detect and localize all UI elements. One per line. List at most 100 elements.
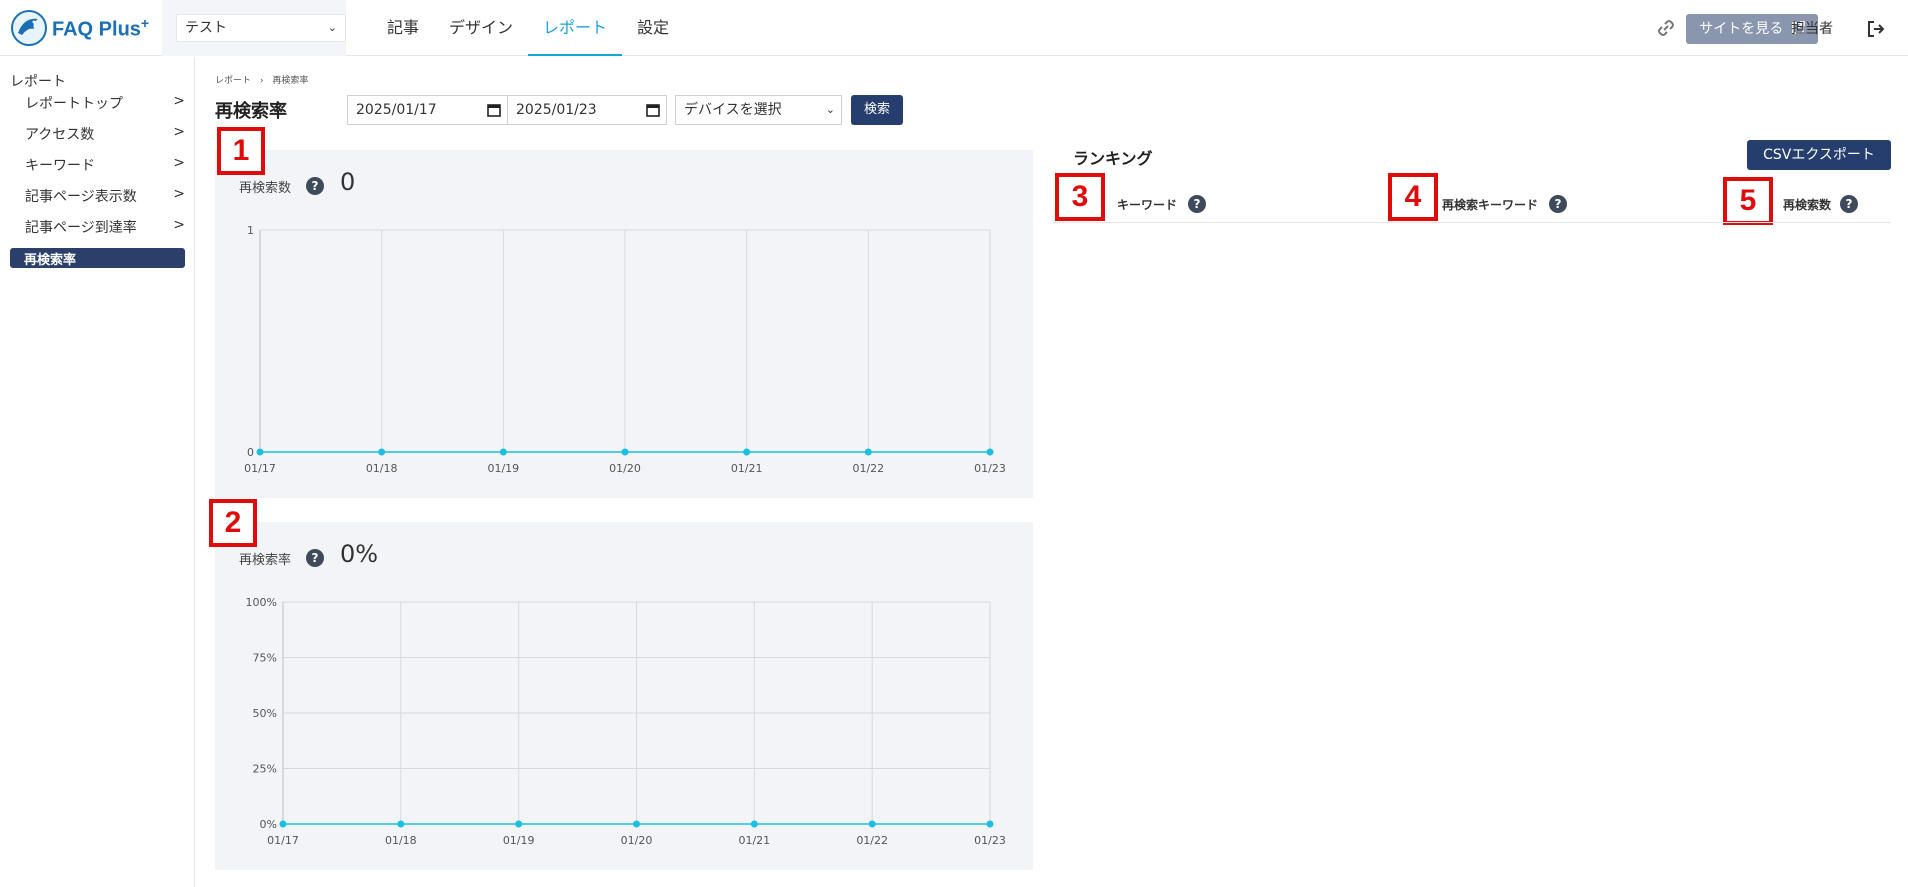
x-tick-label: 01/20 xyxy=(621,834,653,847)
x-tick-label: 01/22 xyxy=(856,834,888,847)
calendar-icon[interactable] xyxy=(487,103,501,117)
y-tick-label: 100% xyxy=(246,596,277,609)
breadcrumb-parent[interactable]: レポート xyxy=(215,76,251,86)
help-icon[interactable]: ? xyxy=(306,177,324,195)
chevron-down-icon: ⌄ xyxy=(825,103,835,116)
data-point[interactable] xyxy=(986,820,994,828)
sidebar-item-research-rate[interactable]: 再検索率 xyxy=(10,248,185,268)
research-count-chart: 0 1 01/17 01/18 01/19 01/20 01/21 01/22 01/23 xyxy=(244,224,1006,475)
link-icon[interactable] xyxy=(1656,18,1676,38)
end-date-input[interactable]: 2025/01/23 xyxy=(507,95,667,125)
user-name[interactable]: 担当者 xyxy=(1791,18,1833,38)
data-point[interactable] xyxy=(378,448,386,456)
help-icon[interactable]: ? xyxy=(306,549,324,567)
sidebar-item-article-reach[interactable]: 記事ページ到達率 > xyxy=(10,217,185,239)
ranking-header-divider xyxy=(1053,222,1891,223)
ranking-title: ランキング xyxy=(1073,149,1153,168)
nav-settings[interactable]: 設定 xyxy=(622,0,684,56)
x-tick-label: 01/22 xyxy=(852,462,884,475)
data-point[interactable] xyxy=(986,448,994,456)
y-tick-label: 0% xyxy=(260,818,277,831)
nav-articles[interactable]: 記事 xyxy=(372,0,434,56)
chevron-right-icon: > xyxy=(173,124,185,140)
sidebar-item-label: 記事ページ表示数 xyxy=(25,189,137,205)
help-icon[interactable]: ? xyxy=(1549,195,1567,213)
chevron-right-icon: > xyxy=(173,217,185,233)
help-icon[interactable]: ? xyxy=(1840,195,1858,213)
breadcrumb: レポート › 再検索率 xyxy=(215,73,308,86)
data-point[interactable] xyxy=(279,820,287,828)
data-point[interactable] xyxy=(868,820,876,828)
page-title: 再検索率 xyxy=(215,101,287,122)
site-selector-area: テスト ⌄ xyxy=(162,0,346,56)
y-tick-label: 0 xyxy=(247,446,254,459)
calendar-icon[interactable] xyxy=(646,103,660,117)
data-point[interactable] xyxy=(515,820,523,828)
column-header-keyword[interactable]: キーワード xyxy=(1117,196,1177,213)
breadcrumb-current: 再検索率 xyxy=(272,76,309,86)
data-point[interactable] xyxy=(633,820,640,828)
sidebar-item-report-top[interactable]: レポートトップ > xyxy=(10,93,185,115)
research-rate-panel: 再検索率 ? 0% 0% 25% 50% 75% 100% 01/17 01/18 01/19… xyxy=(215,522,1033,870)
logo[interactable]: FAQ Plus+ xyxy=(10,8,149,48)
search-button[interactable]: 検索 xyxy=(851,95,903,125)
start-date-input[interactable]: 2025/01/17 xyxy=(347,95,508,125)
sidebar-item-label: 記事ページ到達率 xyxy=(25,220,137,236)
nav-design[interactable]: デザイン xyxy=(434,0,528,56)
research-rate-chart: 0% 25% 50% 75% 100% 01/17 01/18 01/19 01/20 01/21… xyxy=(246,596,1006,847)
sidebar-item-label: レポートトップ xyxy=(25,96,123,112)
x-tick-label: 01/18 xyxy=(366,462,398,475)
data-point[interactable] xyxy=(864,448,872,456)
chevron-right-icon: > xyxy=(173,93,185,109)
data-point[interactable] xyxy=(750,820,758,828)
research-rate-value: 0% xyxy=(340,540,379,568)
y-tick-label: 50% xyxy=(253,707,277,720)
column-header-research-keyword[interactable]: 再検索キーワード xyxy=(1442,196,1538,213)
annotation-marker-2: 2 xyxy=(209,499,257,547)
annotation-marker-4: 4 xyxy=(1388,173,1438,221)
sidebar-item-label: アクセス数 xyxy=(25,127,95,143)
x-tick-label: 01/19 xyxy=(487,462,519,475)
device-select[interactable]: デバイスを選択 ⌄ xyxy=(675,95,842,125)
x-tick-label: 01/20 xyxy=(609,462,641,475)
annotation-marker-1: 1 xyxy=(217,127,265,175)
logout-icon[interactable] xyxy=(1865,18,1887,40)
help-icon[interactable]: ? xyxy=(1188,195,1206,213)
data-point[interactable] xyxy=(397,820,405,828)
x-tick-label: 01/19 xyxy=(503,834,535,847)
sidebar-item-access[interactable]: アクセス数 > xyxy=(10,124,185,146)
research-count-label: 再検索数 xyxy=(239,181,292,196)
sidebar: レポート レポートトップ > アクセス数 > キーワード > 記事ページ表示数 … xyxy=(0,57,195,887)
data-point[interactable] xyxy=(256,448,264,456)
column-header-research-count[interactable]: 再検索数 xyxy=(1783,196,1831,213)
sidebar-item-label: キーワード xyxy=(25,158,95,174)
annotation-marker-5: 5 xyxy=(1723,177,1773,225)
dolphin-logo-icon xyxy=(11,10,47,46)
data-point[interactable] xyxy=(621,448,629,456)
sidebar-item-article-views[interactable]: 記事ページ表示数 > xyxy=(10,186,185,208)
annotation-marker-3: 3 xyxy=(1055,173,1105,221)
chevron-down-icon: ⌄ xyxy=(327,21,337,34)
data-point[interactable] xyxy=(743,448,751,456)
main-nav: 記事 デザイン レポート 設定 xyxy=(372,0,684,56)
x-tick-label: 01/21 xyxy=(738,834,770,847)
chevron-right-icon: > xyxy=(173,186,185,202)
research-count-value: 0 xyxy=(340,168,356,196)
x-tick-label: 01/23 xyxy=(974,462,1006,475)
site-selector[interactable]: テスト ⌄ xyxy=(176,14,346,42)
breadcrumb-separator: › xyxy=(259,76,264,86)
x-tick-label: 01/18 xyxy=(385,834,417,847)
y-tick-label: 25% xyxy=(253,763,277,776)
x-tick-label: 01/17 xyxy=(267,834,299,847)
sidebar-item-keywords[interactable]: キーワード > xyxy=(10,155,185,177)
chevron-right-icon: > xyxy=(173,155,185,171)
x-tick-label: 01/21 xyxy=(731,462,763,475)
y-tick-label: 1 xyxy=(247,224,254,237)
sidebar-root-label: レポート xyxy=(10,74,66,90)
x-tick-label: 01/17 xyxy=(244,462,276,475)
research-rate-label: 再検索率 xyxy=(239,553,292,568)
top-header: FAQ Plus+ テスト ⌄ 記事 デザイン レポート 設定 サイトを見る 担… xyxy=(0,0,1908,56)
csv-export-button[interactable]: CSVエクスポート xyxy=(1747,140,1891,170)
data-point[interactable] xyxy=(499,448,507,456)
nav-report[interactable]: レポート xyxy=(528,0,623,56)
